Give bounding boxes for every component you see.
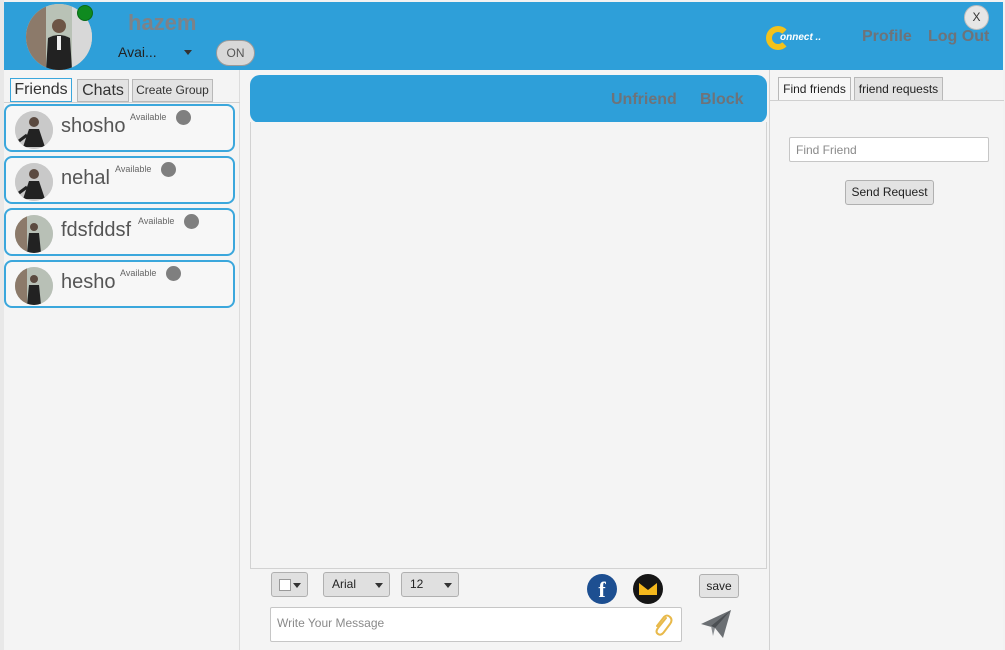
find-friend-input[interactable] <box>796 143 982 157</box>
friend-avatar <box>15 215 53 253</box>
friend-item-shosho[interactable]: shosho Available <box>4 104 235 152</box>
tab-chats[interactable]: Chats <box>77 79 129 102</box>
status-select-value: Avai... <box>118 44 157 60</box>
chevron-down-icon <box>293 583 301 588</box>
tab-create-group[interactable]: Create Group <box>132 79 213 102</box>
font-family-select[interactable]: Arial <box>323 572 390 597</box>
font-size-value: 12 <box>410 577 424 591</box>
friend-name: fdsfddsf <box>61 219 132 241</box>
avatar-icon <box>15 267 53 305</box>
friend-status: Available <box>138 216 175 226</box>
chat-header: Unfriend Block <box>250 75 767 123</box>
app-header: hazem Avai... ON onnect .. Profile Log O… <box>4 2 1003 70</box>
friend-item-nehal[interactable]: nehal Available <box>4 156 235 204</box>
block-button[interactable]: Block <box>700 91 744 109</box>
friend-status: Available <box>115 164 152 174</box>
avatar-icon <box>15 215 53 253</box>
tab-find-friends[interactable]: Find friends <box>778 77 851 101</box>
friend-status: Available <box>130 112 167 122</box>
close-button[interactable]: X <box>964 5 989 30</box>
app-window: hazem Avai... ON onnect .. Profile Log O… <box>4 2 1004 650</box>
paperclip-icon[interactable] <box>651 612 673 638</box>
friend-avatar <box>15 267 53 305</box>
friend-status: Available <box>120 268 157 278</box>
avatar-icon <box>15 111 53 149</box>
friend-avatar <box>15 111 53 149</box>
status-dot <box>161 162 176 177</box>
color-swatch <box>279 579 291 591</box>
font-size-select[interactable]: 12 <box>401 572 459 597</box>
friend-name: nehal <box>61 167 110 189</box>
facebook-icon[interactable]: f <box>587 574 617 604</box>
save-button[interactable]: save <box>699 574 739 598</box>
message-input[interactable] <box>277 616 637 630</box>
chevron-down-icon <box>184 50 192 55</box>
find-friend-box <box>789 137 989 162</box>
online-status-indicator <box>77 5 93 21</box>
chevron-down-icon <box>444 583 452 588</box>
avatar-icon <box>15 163 53 201</box>
status-dot <box>166 266 181 281</box>
envelope-icon <box>639 583 657 595</box>
status-dot <box>184 214 199 229</box>
tab-friend-requests[interactable]: friend requests <box>854 77 943 101</box>
right-panel: Find friends friend requests Send Reques… <box>769 70 1004 650</box>
left-panel: Friends Chats Create Group shosho Availa… <box>4 70 240 650</box>
friend-name: shosho <box>61 115 126 137</box>
online-toggle[interactable]: ON <box>216 40 255 66</box>
friend-item-hesho[interactable]: hesho Available <box>4 260 235 308</box>
app-logo: onnect .. <box>764 24 830 54</box>
profile-link[interactable]: Profile <box>862 28 912 46</box>
text-color-picker[interactable] <box>271 572 308 597</box>
logout-link[interactable]: Log Out <box>928 28 989 46</box>
friend-avatar <box>15 163 53 201</box>
logo-text: onnect .. <box>780 32 822 43</box>
tab-divider <box>770 100 1004 101</box>
tab-friends[interactable]: Friends <box>10 78 72 102</box>
status-select[interactable]: Avai... <box>118 44 192 62</box>
font-family-value: Arial <box>332 577 357 591</box>
send-request-button[interactable]: Send Request <box>845 180 934 205</box>
friend-item-fdsfddsf[interactable]: fdsfddsf Available <box>4 208 235 256</box>
unfriend-button[interactable]: Unfriend <box>611 91 677 109</box>
friend-name: hesho <box>61 271 116 293</box>
send-icon[interactable] <box>699 608 733 640</box>
tab-divider <box>4 102 240 103</box>
mail-icon[interactable] <box>633 574 663 604</box>
chevron-down-icon <box>375 583 383 588</box>
chat-messages-area[interactable] <box>250 122 767 569</box>
username: hazem <box>128 10 197 35</box>
message-input-box <box>270 607 682 642</box>
status-dot <box>176 110 191 125</box>
